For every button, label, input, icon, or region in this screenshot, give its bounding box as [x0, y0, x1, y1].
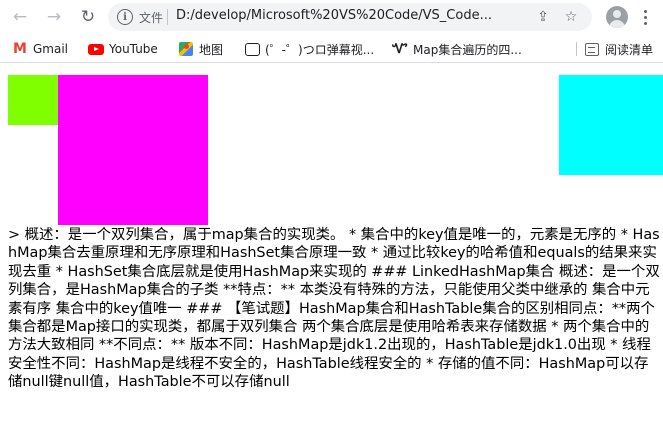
- profile-avatar[interactable]: [606, 6, 628, 28]
- reading-list-icon: [585, 42, 599, 56]
- article-text: > 概述：是一个双列集合，属于map集合的实现类。 * 集合中的key值是唯一的…: [8, 227, 660, 391]
- address-bar[interactable]: i 文件 D:/develop/Microsoft%20VS%20Code/VS…: [108, 3, 592, 31]
- bookmarks-divider: [576, 42, 577, 56]
- security-label: 文件: [139, 11, 164, 25]
- more-menu-icon[interactable]: [636, 6, 654, 28]
- reload-icon: ↻: [80, 6, 96, 27]
- reading-list-button[interactable]: 阅读清单: [584, 40, 653, 58]
- bookmarks-bar: M Gmail YouTube 地图 (゜-゜)つロ弹幕视... Ꮙ Map集合…: [0, 34, 663, 63]
- bookmark-youtube[interactable]: YouTube: [88, 40, 158, 58]
- green-box: [8, 75, 58, 125]
- magenta-box: [58, 75, 208, 225]
- browser-toolbar: ← → ↻ i 文件 D:/develop/Microsoft%20VS%20C…: [0, 0, 663, 34]
- maps-icon: [179, 42, 193, 56]
- tv-icon: [244, 42, 260, 56]
- bookmark-label: Map集合遍历的四...: [413, 42, 522, 57]
- bookmark-bilibili[interactable]: (゜-゜)つロ弹幕视...: [244, 40, 374, 58]
- bookmark-map-article[interactable]: Ꮙ Map集合遍历的四...: [392, 40, 522, 58]
- arrow-left-icon: ←: [12, 6, 28, 27]
- back-button[interactable]: ←: [8, 5, 32, 29]
- reload-button[interactable]: ↻: [76, 5, 100, 29]
- info-icon[interactable]: i: [117, 9, 133, 25]
- omnibox-divider: [167, 9, 168, 25]
- reading-list-label: 阅读清单: [605, 42, 654, 57]
- cyan-box: [559, 75, 663, 175]
- gmail-icon: M: [13, 41, 27, 57]
- youtube-icon: [88, 43, 104, 55]
- vs-icon: Ꮙ: [392, 41, 408, 57]
- star-icon[interactable]: ☆: [562, 8, 580, 26]
- bookmark-label: 地图: [199, 42, 224, 57]
- share-icon[interactable]: ⇪: [534, 8, 552, 26]
- bookmark-label: YouTube: [109, 42, 158, 56]
- bookmark-gmail[interactable]: M Gmail: [12, 40, 68, 58]
- bookmark-label: (゜-゜)つロ弹幕视...: [265, 42, 375, 57]
- bookmark-label: Gmail: [33, 42, 69, 56]
- bookmark-maps[interactable]: 地图: [178, 40, 223, 58]
- url-text[interactable]: D:/develop/Microsoft%20VS%20Code/VS_Code…: [176, 8, 528, 23]
- forward-button[interactable]: →: [42, 5, 66, 29]
- arrow-right-icon: →: [46, 6, 62, 27]
- page-viewport: > 概述：是一个双列集合，属于map集合的实现类。 * 集合中的key值是唯一的…: [0, 63, 663, 444]
